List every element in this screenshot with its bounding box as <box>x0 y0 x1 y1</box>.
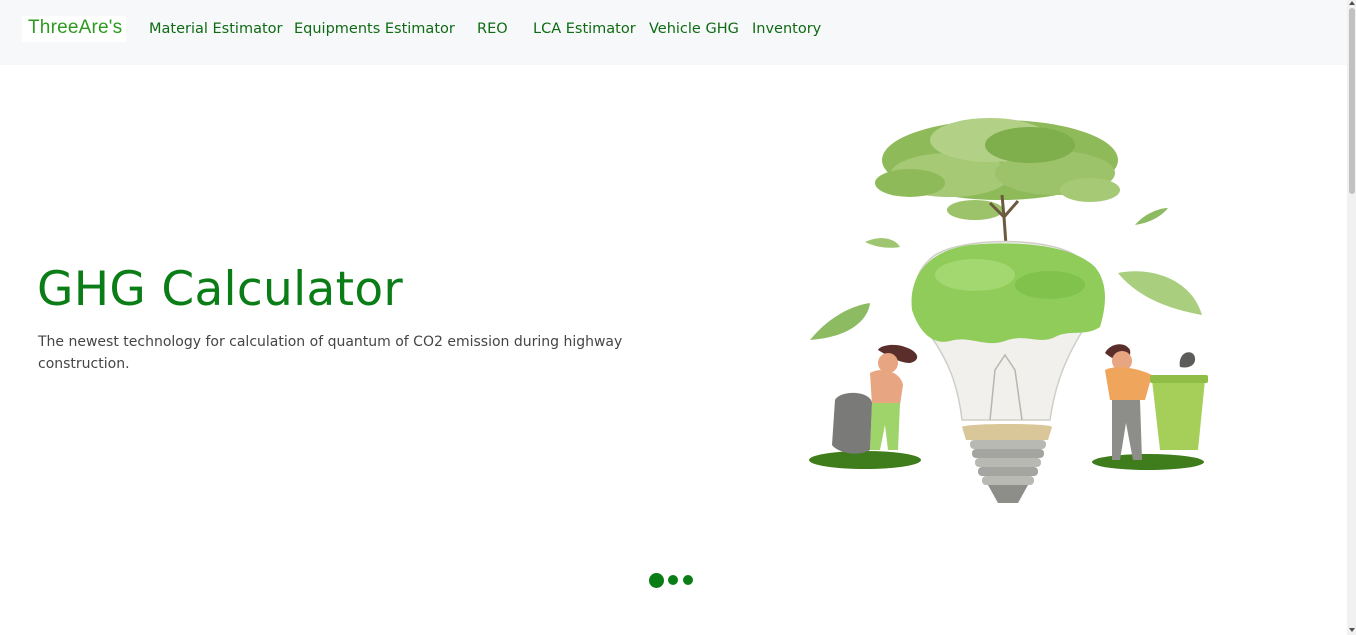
nav-inventory[interactable]: Inventory <box>752 21 821 37</box>
carousel-dot-2[interactable] <box>668 575 678 585</box>
hero-title: GHG Calculator <box>37 262 403 317</box>
leaf-right-1 <box>1118 271 1202 315</box>
tree-trunk <box>988 194 1020 246</box>
leaf-left-1 <box>810 303 870 340</box>
lightbulb-tree-illustration <box>809 118 1208 503</box>
carousel-dot-1[interactable] <box>649 573 664 588</box>
ground-left <box>809 451 921 469</box>
nav-lca-estimator[interactable]: LCA Estimator <box>533 21 636 37</box>
brand-name: ThreeAre's <box>28 17 123 38</box>
hero-subtitle: The newest technology for calculation of… <box>38 334 623 372</box>
carousel-indicators <box>648 572 698 590</box>
nav-reo[interactable]: REO <box>477 21 508 37</box>
scrollbar-thumb[interactable] <box>1349 8 1355 194</box>
tree-canopy <box>875 118 1120 220</box>
leaf-left-2 <box>865 238 900 248</box>
top-navbar: ThreeAre's Material Estimator Equipments… <box>0 0 1347 65</box>
nav-material-estimator[interactable]: Material Estimator <box>149 21 282 37</box>
nav-vehicle-ghg[interactable]: Vehicle GHG <box>649 21 739 37</box>
leaf-right-2 <box>1135 208 1168 225</box>
brand-logo[interactable]: ThreeAre's <box>22 16 126 42</box>
scroll-down-arrow-icon[interactable] <box>1348 626 1356 634</box>
ground-right <box>1092 454 1204 470</box>
person-right <box>1105 344 1208 460</box>
nav-equipments-estimator[interactable]: Equipments Estimator <box>294 21 455 37</box>
carousel-dot-3[interactable] <box>683 575 693 585</box>
bulb-base <box>962 424 1052 503</box>
scroll-up-arrow-icon[interactable] <box>1348 0 1356 7</box>
person-left <box>832 344 918 454</box>
